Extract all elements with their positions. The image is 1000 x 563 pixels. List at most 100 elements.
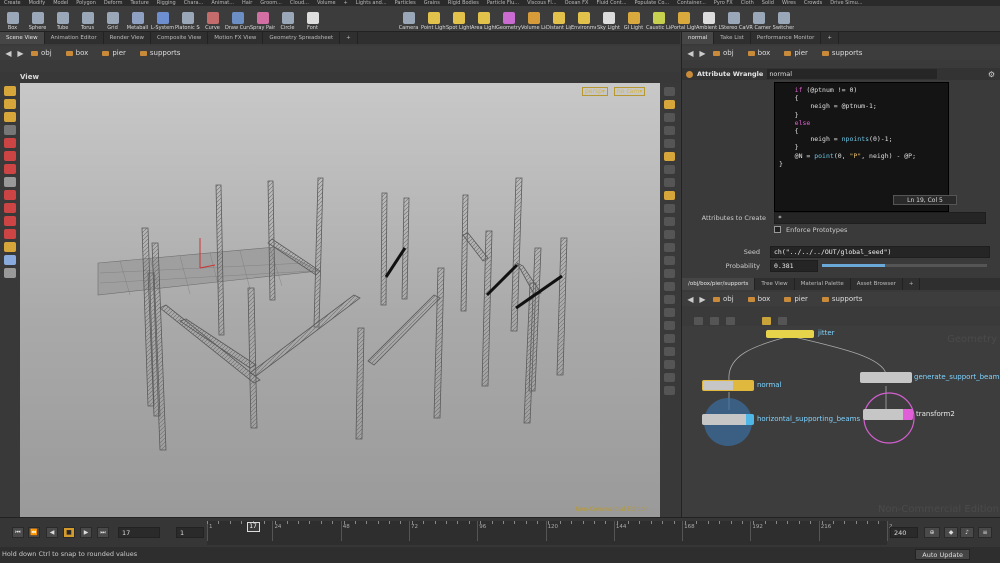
tool-circle[interactable]: Circle [275, 6, 300, 31]
network-tool-1[interactable] [694, 317, 703, 325]
tool-ambient-lig[interactable]: Ambient Lig... [696, 6, 721, 31]
network-tool-3[interactable] [726, 317, 735, 325]
display-option-icon[interactable] [664, 269, 675, 278]
display-option-icon[interactable] [664, 295, 675, 304]
display-option-icon[interactable] [664, 243, 675, 252]
tab-obj-box-pier-supports[interactable]: /obj/box/pier/supports [682, 278, 756, 290]
display-option-icon[interactable] [664, 204, 675, 213]
playhead[interactable]: 17 [246, 522, 260, 532]
tool-switcher[interactable]: Switcher [771, 6, 796, 31]
path-supports[interactable]: supports [819, 49, 871, 57]
viewport-tool-icon[interactable] [4, 255, 16, 265]
persp-menu[interactable]: persp▾ [582, 87, 608, 96]
viewport-tool-icon[interactable] [4, 86, 16, 96]
viewport-tool-icon[interactable] [4, 125, 16, 135]
tool-gi-light[interactable]: GI Light [621, 6, 646, 31]
tool-platonic-sol[interactable]: Platonic Sol... [175, 6, 200, 31]
tool-metaball[interactable]: Metaball [125, 6, 150, 31]
path-supports[interactable]: supports [819, 295, 871, 303]
tool-sphere[interactable]: Sphere [25, 6, 50, 31]
tool-area-light[interactable]: Area Light [471, 6, 496, 31]
seed-input[interactable]: ch("../../../OUT/global_seed") [770, 246, 990, 258]
keyframe-icon[interactable]: ◆ [944, 527, 958, 538]
display-option-icon[interactable] [664, 152, 675, 161]
viewport-tool-icon[interactable] [4, 138, 16, 148]
horizontal-beams-node[interactable] [702, 414, 754, 425]
tool-spot-light[interactable]: Spot Light [446, 6, 471, 31]
zoom-icon[interactable]: ⊕ [924, 527, 940, 538]
back-arrow-icon[interactable]: ◀ [686, 49, 695, 58]
display-option-icon[interactable] [664, 347, 675, 356]
viewport-tool-icon[interactable] [4, 242, 16, 252]
auto-update-menu[interactable]: Auto Update [915, 549, 970, 560]
current-frame-field[interactable]: 17 [118, 527, 160, 538]
sticky-note-icon[interactable] [762, 317, 771, 325]
generate-beams-node[interactable] [860, 372, 912, 383]
tool-draw-curve[interactable]: Draw Curve [225, 6, 250, 31]
display-option-icon[interactable] [664, 100, 675, 109]
forward-arrow-icon[interactable]: ▶ [16, 49, 25, 58]
network-editor[interactable]: Geometry Non-Commercial Edition jitter n… [682, 326, 1000, 517]
viewport-tool-icon[interactable] [4, 164, 16, 174]
tab-tree-view[interactable]: Tree View [755, 278, 795, 290]
settings-icon[interactable]: ≡ [978, 527, 992, 538]
tool-vr-camera[interactable]: VR Camera [746, 6, 771, 31]
enforce-prototypes-checkbox[interactable] [774, 226, 781, 233]
tool-caustic-light[interactable]: Caustic Light [646, 6, 671, 31]
transform2-node[interactable] [863, 409, 913, 420]
tab-normal[interactable]: normal [682, 32, 715, 44]
tab-plus[interactable]: + [903, 278, 921, 290]
gear-icon[interactable]: ⚙ [988, 70, 995, 79]
tool-tube[interactable]: Tube [50, 6, 75, 31]
tool-stereo-cam[interactable]: Stereo Cam... [721, 6, 746, 31]
viewport-tool-icon[interactable] [4, 190, 16, 200]
tool-torus[interactable]: Torus [75, 6, 100, 31]
display-option-icon[interactable] [664, 360, 675, 369]
tab-motion-fx-view[interactable]: Motion FX View [208, 32, 264, 44]
tab-composite-view[interactable]: Composite View [151, 32, 209, 44]
vex-code-editor[interactable]: if (@ptnum != 0) { neigh = @ptnum-1; } e… [774, 82, 949, 212]
node-name-field[interactable]: normal [767, 69, 938, 79]
tool-environmen[interactable]: Environmen... [571, 6, 596, 31]
tab-material-palette[interactable]: Material Palette [795, 278, 851, 290]
tool-sky-light[interactable]: Sky Light [596, 6, 621, 31]
probability-input[interactable]: 0.381 [770, 260, 818, 272]
end-frame-field[interactable]: 240 [890, 527, 918, 538]
back-arrow-icon[interactable]: ◀ [686, 295, 695, 304]
display-option-icon[interactable] [664, 321, 675, 330]
tool-font[interactable]: Font [300, 6, 325, 31]
path-supports[interactable]: supports [137, 49, 189, 57]
path-pier[interactable]: pier [781, 49, 816, 57]
back-arrow-icon[interactable]: ◀ [4, 49, 13, 58]
path-pier[interactable]: pier [99, 49, 134, 57]
tool-point-light[interactable]: Point Light [421, 6, 446, 31]
display-option-icon[interactable] [664, 87, 675, 96]
viewport-tool-icon[interactable] [4, 268, 16, 278]
display-option-icon[interactable] [664, 282, 675, 291]
play-button[interactable]: ▶ [80, 527, 92, 538]
camera-menu[interactable]: no cam▾ [614, 87, 646, 96]
3d-viewport[interactable]: persp▾ no cam▾ Non-Commercial Edition [20, 83, 660, 517]
network-box-icon[interactable] [778, 317, 787, 325]
tab-plus[interactable]: + [821, 32, 839, 44]
timeline-ruler[interactable]: 124487296120144168192216217 [207, 521, 893, 545]
play-reverse-button[interactable]: ◀ [46, 527, 58, 538]
forward-arrow-icon[interactable]: ▶ [698, 49, 707, 58]
tool-geometry-l[interactable]: Geometry L... [496, 6, 521, 31]
tab-animation-editor[interactable]: Animation Editor [45, 32, 104, 44]
viewport-tool-icon[interactable] [4, 112, 16, 122]
tab-asset-browser[interactable]: Asset Browser [851, 278, 903, 290]
jump-end-button[interactable]: ⏭ [97, 527, 109, 538]
tool-camera[interactable]: Camera [396, 6, 421, 31]
tab-render-view[interactable]: Render View [104, 32, 152, 44]
viewport-tool-icon[interactable] [4, 203, 16, 213]
normal-node[interactable] [702, 380, 754, 391]
display-option-icon[interactable] [664, 308, 675, 317]
path-box[interactable]: box [745, 49, 779, 57]
viewport-tool-icon[interactable] [4, 151, 16, 161]
step-back-button[interactable]: ⏪ [28, 527, 40, 538]
path-root[interactable]: obj [710, 295, 742, 303]
tool-l-system[interactable]: L-System [150, 6, 175, 31]
path-box[interactable]: box [63, 49, 97, 57]
tab-geometry-spreadsheet[interactable]: Geometry Spreadsheet [263, 32, 341, 44]
